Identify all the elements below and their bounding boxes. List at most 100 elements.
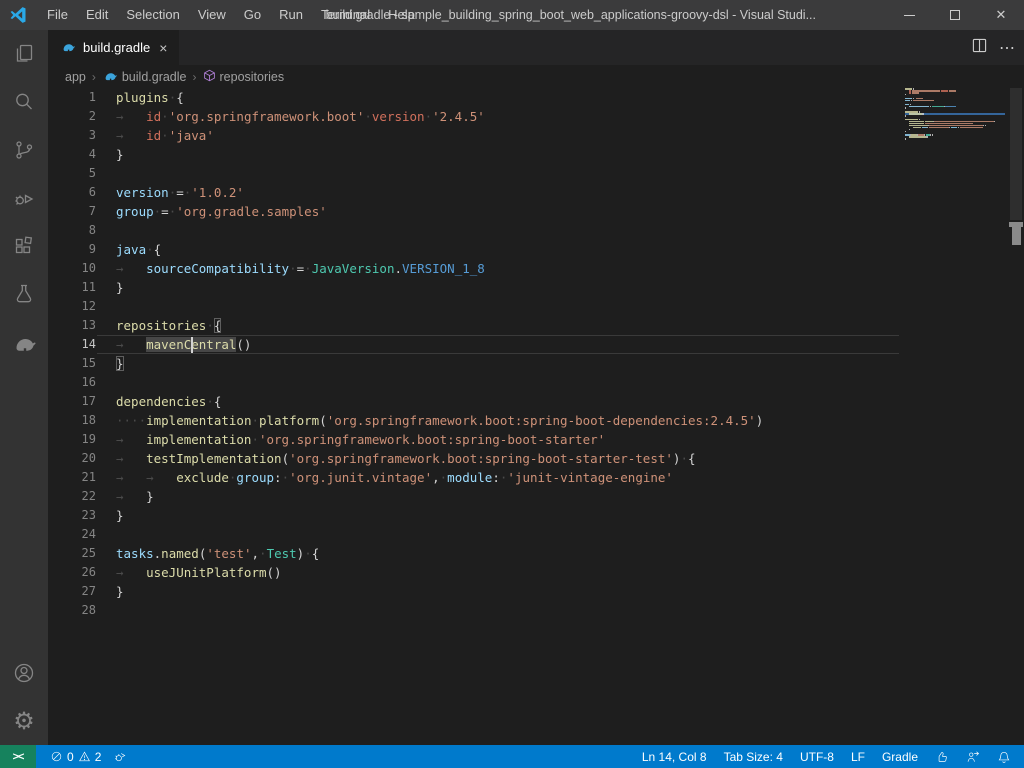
- code-line-28[interactable]: 28: [48, 601, 900, 620]
- split-editor-icon[interactable]: [972, 38, 987, 58]
- code-line-5[interactable]: 5: [48, 164, 900, 183]
- line-number: 6: [48, 183, 96, 202]
- code-line-7[interactable]: 7group·=·'org.gradle.samples': [48, 202, 900, 221]
- breadcrumb-item-app[interactable]: app: [65, 70, 86, 84]
- breadcrumb-separator: ›: [192, 70, 198, 84]
- breadcrumb-item-build-gradle[interactable]: build.gradle: [102, 68, 187, 85]
- accounts-icon[interactable]: [0, 649, 48, 697]
- minimize-button[interactable]: [886, 0, 932, 30]
- code-line-21[interactable]: 21→→exclude·group:·'org.junit.vintage',·…: [48, 468, 900, 487]
- line-number: 15: [48, 354, 96, 373]
- warning-count: 2: [95, 750, 102, 764]
- code-line-9[interactable]: 9java·{: [48, 240, 900, 259]
- close-button[interactable]: ✕: [978, 0, 1024, 30]
- code-line-20[interactable]: 20→testImplementation('org.springframewo…: [48, 449, 900, 468]
- feedback-icon[interactable]: [961, 745, 985, 768]
- maximize-button[interactable]: [932, 0, 978, 30]
- error-icon: [50, 750, 63, 763]
- window-title: build.gradle - sample_building_spring_bo…: [326, 8, 816, 22]
- code-line-22[interactable]: 22→}: [48, 487, 900, 506]
- code-line-24[interactable]: 24: [48, 525, 900, 544]
- line-number: 18: [48, 411, 96, 430]
- code-line-27[interactable]: 27}: [48, 582, 900, 601]
- status-cursor-position[interactable]: Ln 14, Col 8: [637, 745, 712, 768]
- more-actions-icon[interactable]: ⋯: [999, 38, 1016, 58]
- menu-go[interactable]: Go: [235, 0, 270, 30]
- status-encoding[interactable]: UTF-8: [795, 745, 839, 768]
- menu-edit[interactable]: Edit: [77, 0, 117, 30]
- status-language-mode[interactable]: Gradle: [877, 745, 923, 768]
- code-line-8[interactable]: 8: [48, 221, 900, 240]
- line-number: 22: [48, 487, 96, 506]
- minimap[interactable]: [905, 88, 1005, 142]
- code-line-1[interactable]: 1plugins·{: [48, 88, 900, 107]
- tab-build-gradle[interactable]: build.gradle ×: [48, 30, 179, 65]
- bell-icon[interactable]: [992, 745, 1016, 768]
- line-number: 1: [48, 88, 96, 107]
- line-number: 10: [48, 259, 96, 278]
- code-line-14[interactable]: 14→mavenCentral(): [48, 335, 900, 354]
- code-line-6[interactable]: 6version·=·'1.0.2': [48, 183, 900, 202]
- line-number: 13: [48, 316, 96, 335]
- line-number: 11: [48, 278, 96, 297]
- code-line-17[interactable]: 17dependencies·{: [48, 392, 900, 411]
- code-line-16[interactable]: 16: [48, 373, 900, 392]
- menu-file[interactable]: File: [38, 0, 77, 30]
- code-line-11[interactable]: 11}: [48, 278, 900, 297]
- code-line-26[interactable]: 26→useJUnitPlatform(): [48, 563, 900, 582]
- menu-run[interactable]: Run: [270, 0, 312, 30]
- error-count: 0: [67, 750, 74, 764]
- menu-view[interactable]: View: [189, 0, 235, 30]
- testing-icon[interactable]: [0, 270, 48, 318]
- code-line-19[interactable]: 19→implementation·'org.springframework.b…: [48, 430, 900, 449]
- run-debug-icon[interactable]: [0, 174, 48, 222]
- code-line-15[interactable]: 15}: [48, 354, 900, 373]
- menu-selection[interactable]: Selection: [117, 0, 188, 30]
- code-line-12[interactable]: 12: [48, 297, 900, 316]
- line-number: 4: [48, 145, 96, 164]
- source-control-icon[interactable]: [0, 126, 48, 174]
- code-line-2[interactable]: 2→id·'org.springframework.boot'·version·…: [48, 107, 900, 126]
- code-area[interactable]: 1plugins·{2→id·'org.springframework.boot…: [48, 88, 900, 620]
- code-editor[interactable]: 1plugins·{2→id·'org.springframework.boot…: [48, 88, 1024, 745]
- line-number: 28: [48, 601, 96, 620]
- scrollbar-thumb[interactable]: [1010, 88, 1022, 220]
- remote-indicator[interactable]: ><: [0, 745, 36, 768]
- code-line-23[interactable]: 23}: [48, 506, 900, 525]
- breadcrumb-item-repositories[interactable]: repositories: [203, 69, 285, 85]
- line-number: 19: [48, 430, 96, 449]
- extensions-icon[interactable]: [0, 222, 48, 270]
- line-number: 3: [48, 126, 96, 145]
- code-line-3[interactable]: 3→id·'java': [48, 126, 900, 145]
- overview-ruler-highlight-marker: [1012, 227, 1021, 245]
- close-tab-icon[interactable]: ×: [157, 40, 169, 56]
- tab-bar: build.gradle × ⋯: [48, 30, 1024, 65]
- code-line-10[interactable]: 10→sourceCompatibility·=·JavaVersion.VER…: [48, 259, 900, 278]
- code-line-18[interactable]: 18····implementation·platform('org.sprin…: [48, 411, 900, 430]
- line-number: 7: [48, 202, 96, 221]
- line-number: 5: [48, 164, 96, 183]
- gradle-icon[interactable]: [0, 318, 48, 366]
- line-number: 27: [48, 582, 96, 601]
- status-bar: >< 02 Ln 14, Col 8Tab Size: 4UTF-8LFGrad…: [0, 745, 1024, 768]
- status-problems[interactable]: 02: [46, 745, 105, 768]
- status-indentation[interactable]: Tab Size: 4: [719, 745, 788, 768]
- code-line-13[interactable]: 13repositories·{: [48, 316, 900, 335]
- code-line-4[interactable]: 4}: [48, 145, 900, 164]
- explorer-icon[interactable]: [0, 30, 48, 78]
- window-controls: ✕: [886, 0, 1024, 30]
- breadcrumb-separator: ›: [91, 70, 97, 84]
- status-eol[interactable]: LF: [846, 745, 870, 768]
- gradle-file-icon: [60, 39, 76, 56]
- line-number: 20: [48, 449, 96, 468]
- line-number: 2: [48, 107, 96, 126]
- line-number: 12: [48, 297, 96, 316]
- code-line-25[interactable]: 25tasks.named('test',·Test)·{: [48, 544, 900, 563]
- debug-icon: [113, 750, 127, 764]
- status-debug[interactable]: [109, 745, 131, 768]
- thumbsup-icon[interactable]: [930, 745, 954, 768]
- activity-bar: ⚙: [0, 30, 48, 745]
- warning-icon: [78, 750, 91, 763]
- search-icon[interactable]: [0, 78, 48, 126]
- settings-icon[interactable]: ⚙: [0, 697, 48, 745]
